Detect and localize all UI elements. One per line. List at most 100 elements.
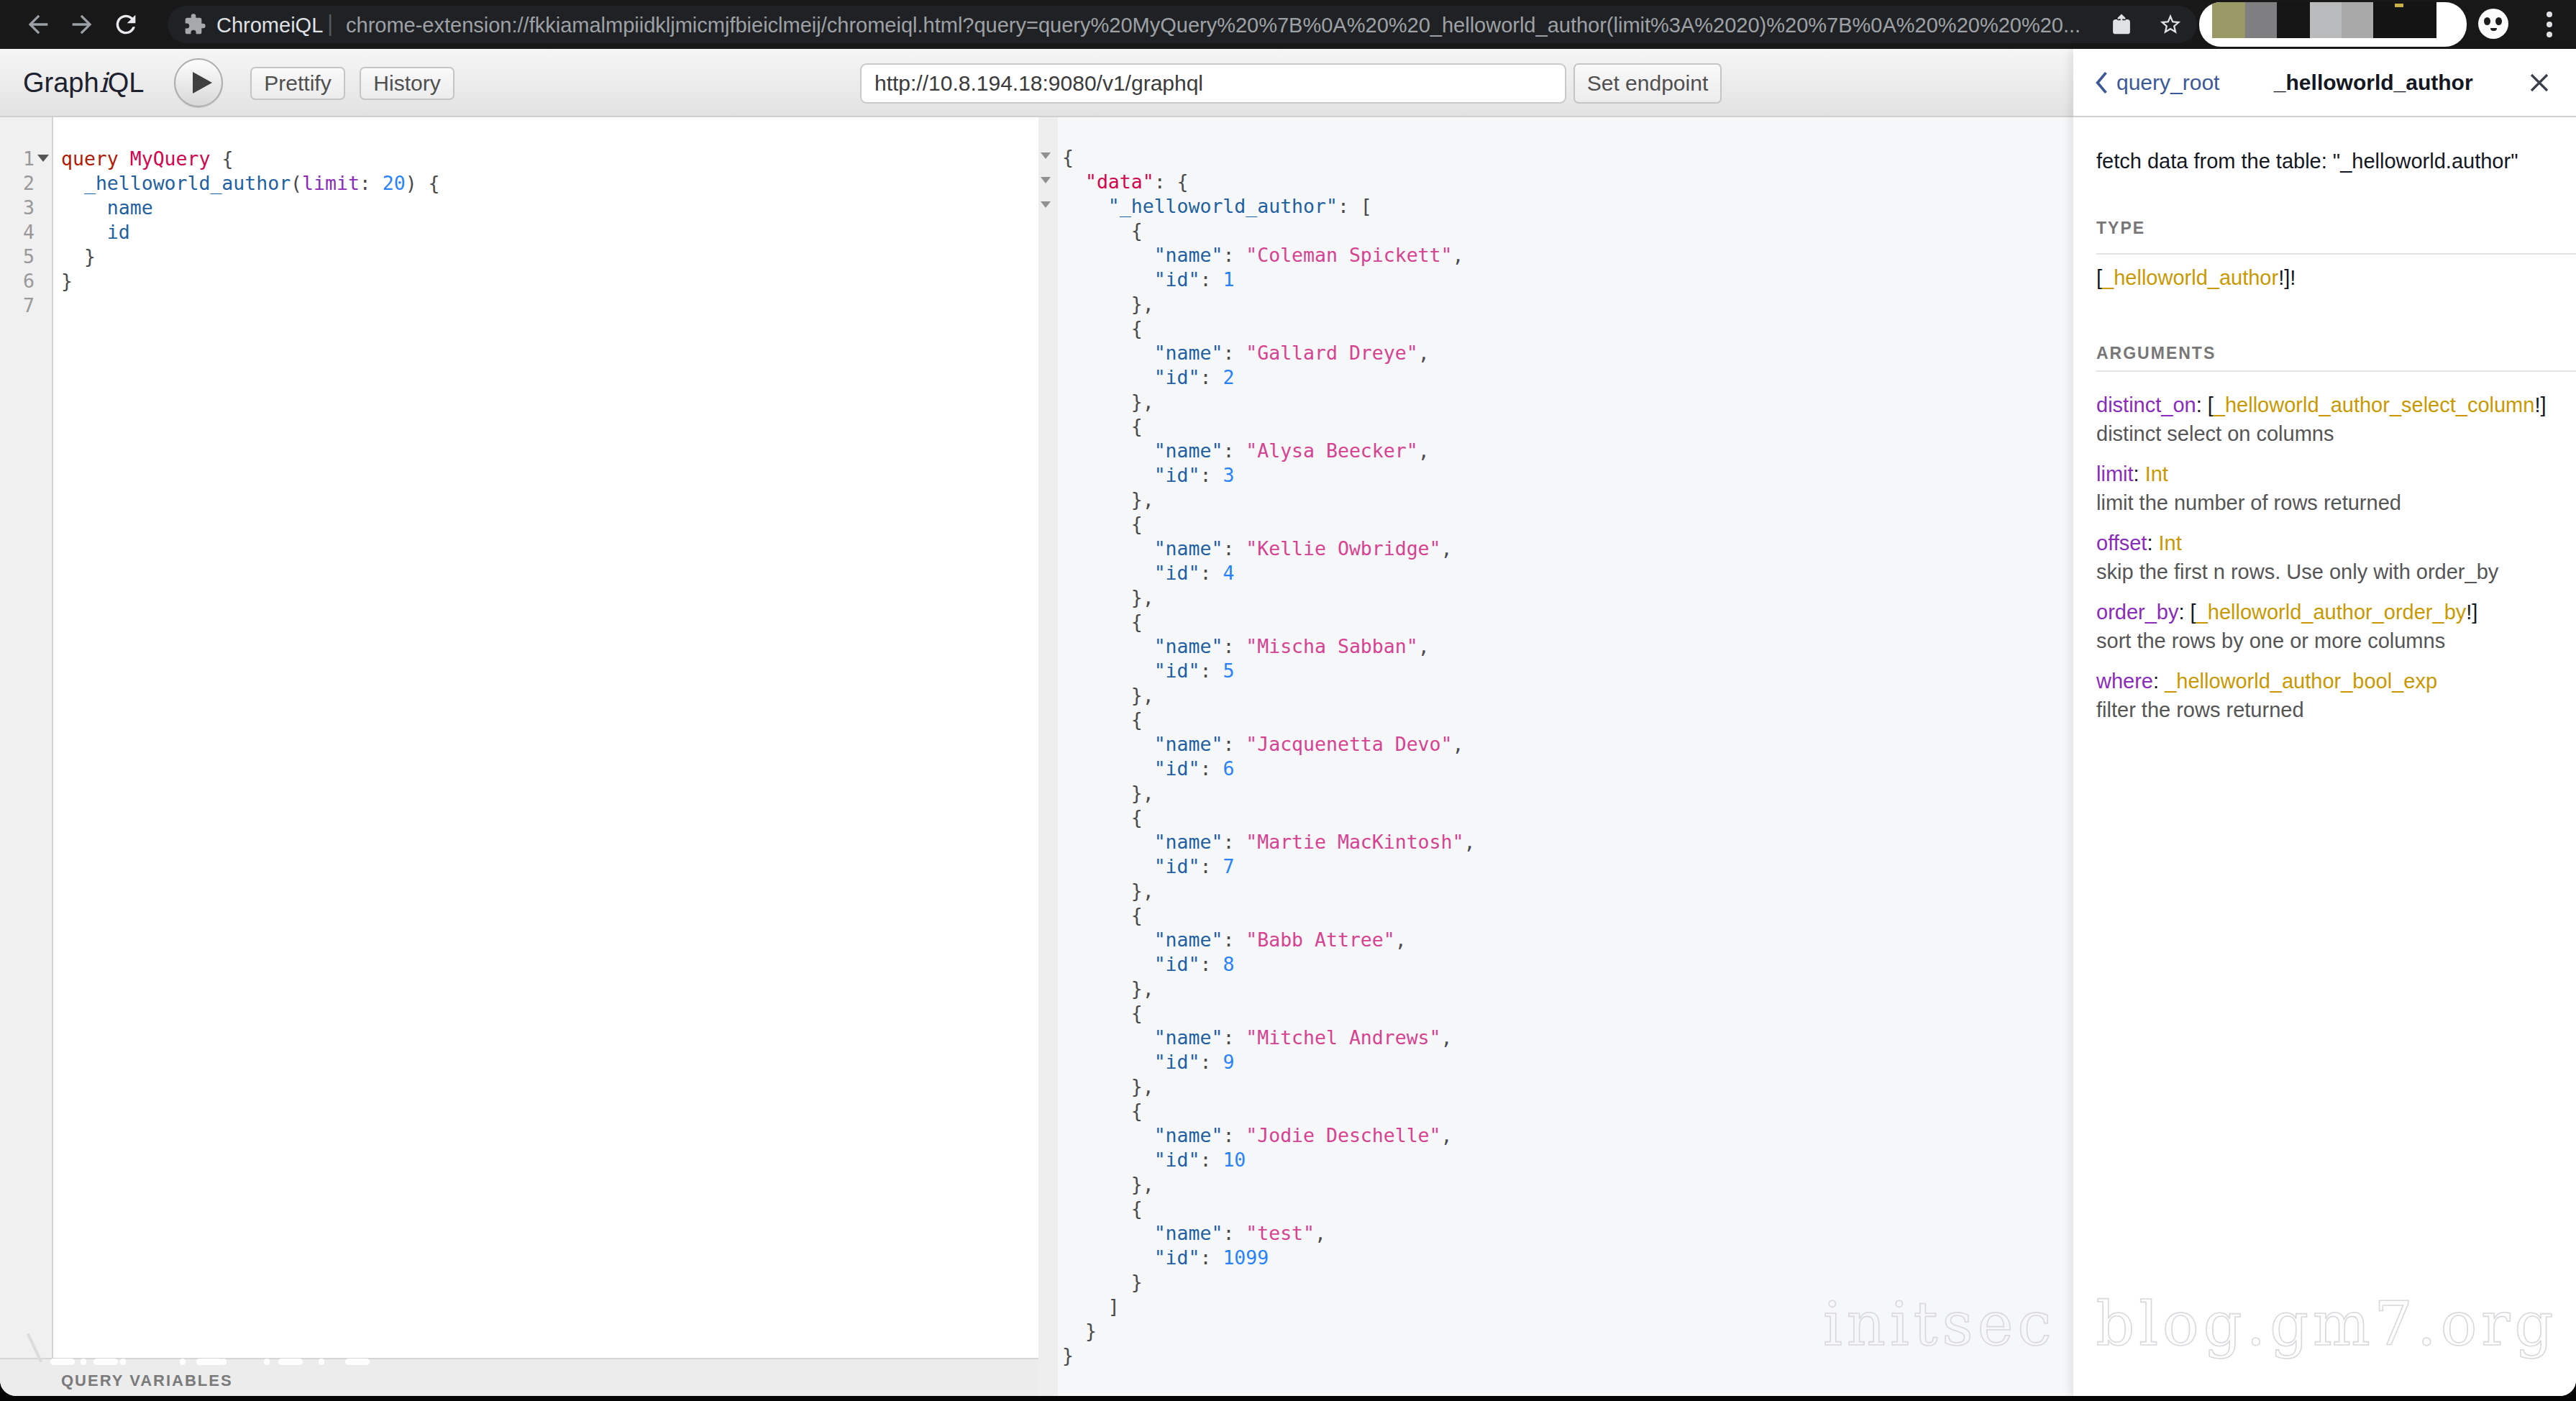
result-fold-gutter [1038,117,1058,1396]
result-code-line: { [1062,219,1143,243]
editor-code-line: _helloworld_author(limit: 20) { [61,171,440,196]
doc-description: fetch data from the table: "_helloworld.… [2096,150,2576,173]
result-code-line: "id": 1 [1062,268,1234,292]
doc-argument: distinct_on: [_helloworld_author_select_… [2096,391,2576,448]
result-code-line: } [1062,1270,1143,1295]
result-code-line: "name": "Jodie Deschelle", [1062,1123,1453,1148]
bookmark-star-icon[interactable] [2158,12,2183,37]
doc-type-row: [_helloworld_author!]! [2096,263,2576,292]
editor-code-line: id [61,220,130,245]
endpoint-input[interactable] [860,63,1566,104]
argument-name: limit [2096,462,2134,485]
result-code-line: "id": 6 [1062,757,1234,781]
result-code-line: ] [1062,1295,1120,1319]
chevron-left-icon [2093,71,2109,94]
result-code-line: "name": "Martie MacKintosh", [1062,830,1475,854]
result-code-line: "id": 4 [1062,561,1234,585]
result-code-line: } [1062,1343,1074,1368]
argument-type-link[interactable]: _helloworld_author_order_by [2196,601,2467,624]
result-code-line: "id": 7 [1062,854,1234,879]
address-bar[interactable]: ChromeiQL | chrome-extension://fkkiamalm… [168,6,2197,43]
result-code-line: { [1062,903,1143,928]
result-code-line: "name": "test", [1062,1221,1326,1246]
result-code-line: "id": 8 [1062,952,1234,977]
result-code-line: }, [1062,488,1154,512]
query-variables-title: QUERY VARIABLES [61,1372,233,1390]
result-code-line: }, [1062,683,1154,708]
back-icon[interactable] [24,10,52,39]
argument-name: offset [2096,531,2147,555]
result-code-line: "id": 9 [1062,1050,1234,1074]
result-code-line: }, [1062,585,1154,610]
argument-description: skip the first n rows. Use only with ord… [2096,557,2576,586]
result-code-line: "id": 2 [1062,365,1234,390]
fold-arrow-result-2[interactable] [1041,177,1051,183]
browser-chrome-bar: ChromeiQL | chrome-extension://fkkiamalm… [0,0,2576,49]
query-variables-bar[interactable]: QUERY VARIABLES [0,1358,1038,1396]
argument-description: limit the number of rows returned [2096,488,2576,517]
close-icon[interactable] [2527,70,2552,95]
history-button[interactable]: History [360,67,455,100]
doc-back-link[interactable]: query_root [2093,70,2219,95]
result-code-line: }, [1062,1074,1154,1099]
forward-icon[interactable] [68,10,96,39]
argument-type-link[interactable]: Int [2145,462,2168,485]
result-code-line: "name": "Gallard Dreye", [1062,341,1430,365]
set-endpoint-button[interactable]: Set endpoint [1574,63,1722,104]
argument-name: order_by [2096,601,2178,624]
doc-argument: offset: Intskip the first n rows. Use on… [2096,529,2576,586]
argument-name: distinct_on [2096,393,2196,416]
editor-line-number: 2 [0,171,35,196]
editor-line-number: 1 [0,147,35,171]
result-code-line: }, [1062,1172,1154,1197]
query-editor[interactable]: 1234567 query MyQuery { _helloworld_auth… [0,117,1038,1358]
argument-type-link[interactable]: _helloworld_author_bool_exp [2165,670,2437,693]
result-code-line: "_helloworld_author": [ [1062,194,1372,219]
editor-code-line: } [61,269,73,293]
redacted-extensions-area [2199,2,2467,47]
result-code-line: "name": "Jacquenetta Devo", [1062,732,1463,757]
result-viewer: { "data": { "_helloworld_author": [ { "n… [1038,117,2073,1396]
editor-code-line: name [61,196,153,220]
editor-code-line: } [61,245,96,269]
reload-icon[interactable] [111,10,140,39]
doc-argument: order_by: [_helloworld_author_order_by!]… [2096,598,2576,655]
result-code-line: { [1062,145,1074,170]
prettify-button[interactable]: Prettify [250,67,345,100]
doc-title: _helloworld_author [2219,70,2527,95]
profile-avatar[interactable] [2478,9,2508,39]
result-code-line: }, [1062,390,1154,414]
result-code-line: "name": "Coleman Spickett", [1062,243,1463,268]
extension-title: ChromeiQL [216,14,323,37]
fold-arrow-result-3[interactable] [1041,201,1051,208]
result-code-line: { [1062,1001,1143,1026]
result-code-line: { [1062,708,1143,732]
extension-puzzle-icon [183,13,206,36]
result-code-line: { [1062,512,1143,537]
argument-description: sort the rows by one or more columns [2096,626,2576,655]
doc-explorer-header: query_root _helloworld_author [2073,49,2576,117]
editor-line-number: 3 [0,196,35,220]
editor-line-number: 4 [0,220,35,245]
editor-line-number: 5 [0,245,35,269]
result-code-line: }, [1062,292,1154,316]
argument-type-link[interactable]: _helloworld_author_select_column [2214,393,2535,416]
watermark-text: initsecblog.gm7.org [1823,1289,2557,1359]
share-icon[interactable] [2109,12,2134,37]
type-link[interactable]: _helloworld_author [2102,266,2278,289]
result-code-line: { [1062,1197,1143,1221]
result-code-line: { [1062,806,1143,830]
fold-arrow-editor[interactable] [37,155,49,162]
result-code-line: { [1062,610,1143,634]
graphiql-logo: GraphiQL [23,67,144,99]
result-code-line: "name": "Mitchel Andrews", [1062,1026,1453,1050]
argument-type-link[interactable]: Int [2159,531,2182,555]
execute-query-button[interactable] [174,58,223,107]
editor-line-number: 7 [0,293,35,318]
result-code-line: { [1062,1099,1143,1123]
result-code-line: "name": "Babb Attree", [1062,928,1407,952]
result-code-line: }, [1062,781,1154,806]
result-code-line: }, [1062,977,1154,1001]
fold-arrow-result-1[interactable] [1041,152,1051,159]
editor-code-line: query MyQuery { [61,147,233,171]
